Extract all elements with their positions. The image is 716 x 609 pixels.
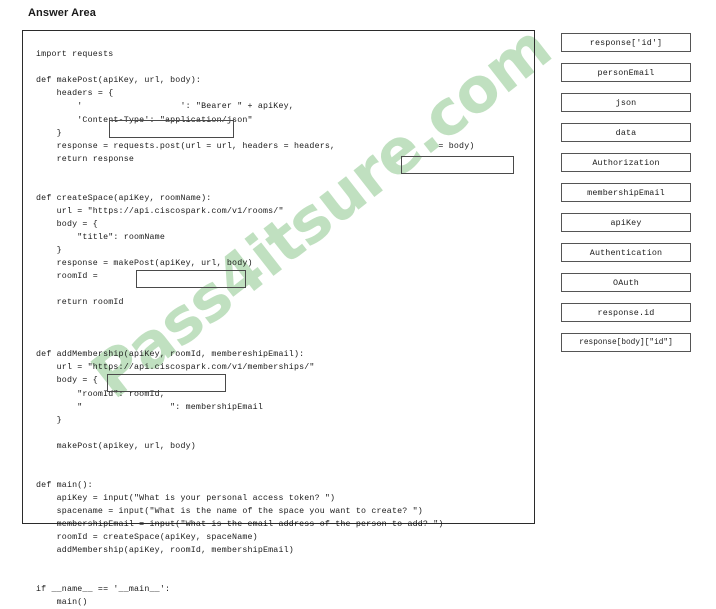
answer-option[interactable]: apiKey <box>561 213 691 232</box>
answer-option[interactable]: response[body]["id"] <box>561 333 691 352</box>
post-payload-blank[interactable] <box>401 156 514 174</box>
answer-option[interactable]: personEmail <box>561 63 691 82</box>
person-email-blank[interactable] <box>107 374 226 392</box>
options-list: response['id'] personEmail json data Authori… <box>561 33 691 363</box>
code-block: import requests def makePost(apiKey, url… <box>36 50 475 608</box>
answer-option[interactable]: Authorization <box>561 153 691 172</box>
header-key-blank[interactable] <box>109 120 234 138</box>
room-id-blank[interactable] <box>136 270 246 288</box>
answer-option[interactable]: membershipEmail <box>561 183 691 202</box>
page-title: Answer Area <box>28 7 96 19</box>
answer-option[interactable]: json <box>561 93 691 112</box>
answer-option[interactable]: Authentication <box>561 243 691 262</box>
code-panel: import requests def makePost(apiKey, url… <box>22 30 535 607</box>
answer-option[interactable]: response['id'] <box>561 33 691 52</box>
answer-option[interactable]: OAuth <box>561 273 691 292</box>
answer-option[interactable]: data <box>561 123 691 142</box>
answer-option[interactable]: response.id <box>561 303 691 322</box>
